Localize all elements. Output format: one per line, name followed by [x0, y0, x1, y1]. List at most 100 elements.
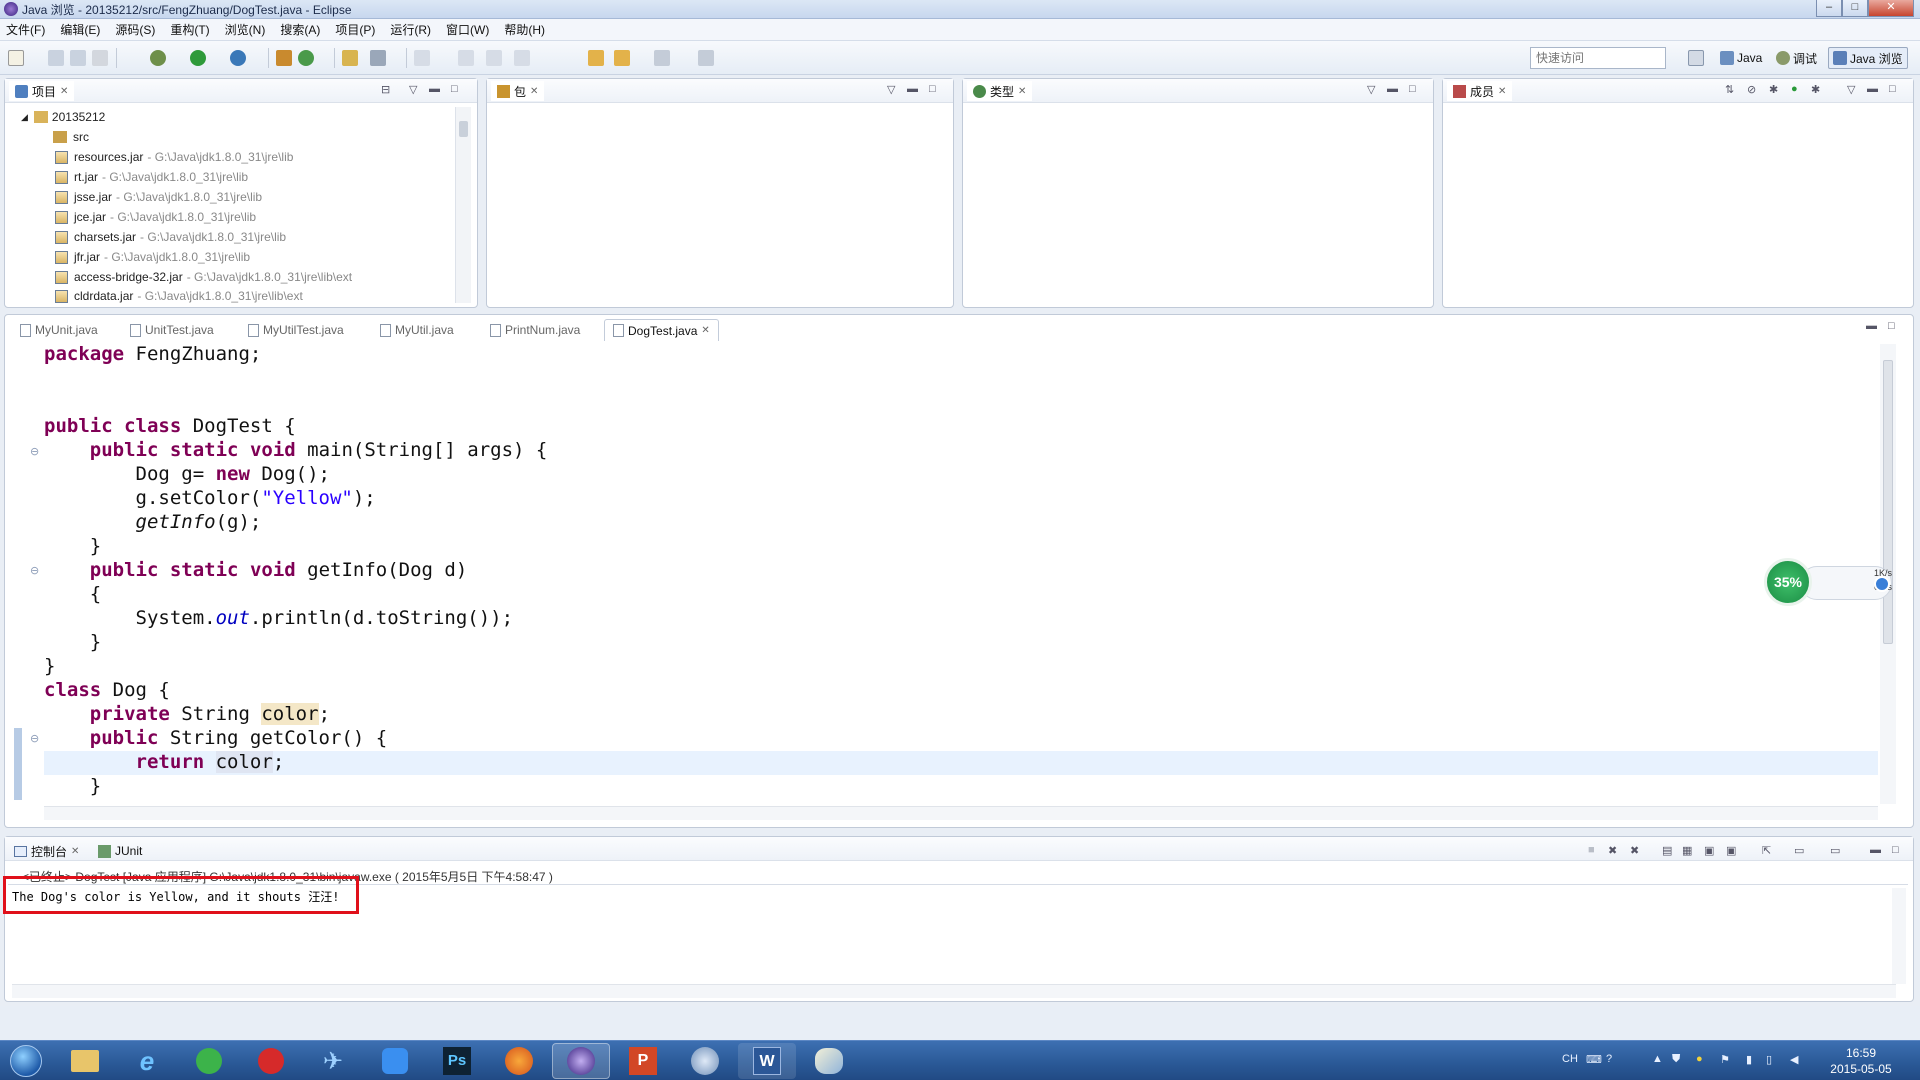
maximize-button[interactable]: □ — [1842, 0, 1868, 17]
taskbar-360[interactable] — [180, 1043, 238, 1079]
editor-tab[interactable]: UnitTest.java — [122, 319, 222, 341]
menu-window[interactable]: 窗口(W) — [446, 21, 489, 38]
menu-run[interactable]: 运行(R) — [390, 21, 431, 38]
minimize-icon[interactable]: ▬ — [1870, 844, 1881, 856]
tab-members[interactable]: 成员 ✕ — [1447, 81, 1513, 101]
console-vertical-scrollbar[interactable] — [1892, 888, 1906, 984]
remove-all-icon[interactable]: ✖ — [1630, 844, 1639, 857]
tree-item-jar[interactable]: resources.jar - G:\Java\jdk1.8.0_31\jre\l… — [55, 147, 293, 167]
code-line[interactable]: public String getColor() { — [44, 726, 1874, 750]
search-icon[interactable] — [370, 50, 386, 66]
last-edit-icon[interactable] — [588, 50, 604, 66]
print-icon[interactable] — [92, 50, 108, 66]
word-wrap-icon[interactable]: ▣ — [1704, 844, 1714, 857]
start-button[interactable] — [0, 1043, 52, 1079]
close-icon[interactable]: ✕ — [60, 86, 68, 97]
minimize-icon[interactable]: ▬ — [907, 83, 918, 95]
tab-project[interactable]: 项目 ✕ — [9, 81, 75, 101]
view-menu-icon[interactable]: ▽ — [887, 83, 895, 96]
display-console-icon[interactable]: ▭ — [1794, 844, 1804, 857]
menu-navigate[interactable]: 浏览(N) — [225, 21, 266, 38]
maximize-icon[interactable]: □ — [1889, 83, 1896, 95]
new-package-icon[interactable] — [276, 50, 292, 66]
close-icon[interactable]: ✕ — [1018, 86, 1026, 97]
run-icon[interactable] — [190, 50, 206, 66]
code-line[interactable]: Dog g= new Dog(); — [44, 462, 1874, 486]
tree-item-src[interactable]: src — [53, 127, 89, 147]
tab-junit[interactable]: JUnit — [92, 840, 148, 862]
taskbar-word[interactable]: W — [738, 1043, 796, 1079]
hide-static-icon[interactable]: ✱ — [1769, 83, 1778, 96]
code-line[interactable] — [44, 390, 1874, 414]
network-speed-widget[interactable]: 35% 1K/s 0K/s — [1764, 554, 1894, 606]
code-editor[interactable]: package FengZhuang; public class DogTest … — [44, 342, 1874, 804]
editor-horizontal-scrollbar[interactable] — [44, 806, 1878, 820]
taskbar-eclipse[interactable] — [552, 1043, 610, 1079]
code-line[interactable]: public class DogTest { — [44, 414, 1874, 438]
perspective-debug[interactable]: 调试 — [1772, 47, 1821, 69]
remove-launch-icon[interactable]: ✖ — [1608, 844, 1617, 857]
back-icon[interactable] — [614, 50, 630, 66]
forward-icon[interactable] — [654, 50, 670, 66]
open-type-icon[interactable] — [342, 50, 358, 66]
prev-annotation-icon[interactable] — [486, 50, 502, 66]
network-icon[interactable]: ▮ — [1746, 1053, 1752, 1066]
editor-tab[interactable]: MyUtilTest.java — [240, 319, 352, 341]
code-line[interactable]: { — [44, 582, 1874, 606]
taskbar-firefox[interactable] — [490, 1043, 548, 1079]
code-line[interactable]: private String color; — [44, 702, 1874, 726]
perspective-java[interactable]: Java — [1716, 47, 1766, 69]
clear-console-icon[interactable]: ▤ — [1662, 844, 1672, 857]
tab-package[interactable]: 包 ✕ — [491, 81, 545, 101]
vertical-scrollbar[interactable] — [455, 107, 471, 303]
menu-edit[interactable]: 编辑(E) — [60, 21, 100, 38]
maximize-icon[interactable]: □ — [929, 83, 936, 95]
minimize-icon[interactable]: ▬ — [429, 83, 440, 95]
menu-search[interactable]: 搜索(A) — [280, 21, 320, 38]
annotation-icon[interactable] — [414, 50, 430, 66]
minimize-icon[interactable]: ▬ — [1867, 83, 1878, 95]
editor-tab[interactable]: MyUtil.java — [372, 319, 462, 341]
code-line[interactable]: } — [44, 630, 1874, 654]
flag-icon[interactable]: ⚑ — [1720, 1053, 1730, 1066]
menu-file[interactable]: 文件(F) — [6, 21, 45, 38]
debug-icon[interactable] — [150, 50, 166, 66]
code-line[interactable]: g.setColor("Yellow"); — [44, 486, 1874, 510]
expand-arrow-icon[interactable]: ◢ — [21, 112, 28, 123]
taskbar-paint[interactable] — [800, 1043, 858, 1079]
scroll-lock-icon[interactable]: ▦ — [1682, 844, 1692, 857]
minimize-icon[interactable]: ▬ — [1387, 83, 1398, 95]
close-icon[interactable]: ✕ — [530, 86, 538, 97]
close-icon[interactable]: ✕ — [1498, 86, 1506, 97]
tree-item-jar[interactable]: rt.jar - G:\Java\jdk1.8.0_31\jre\lib — [55, 167, 248, 187]
menu-refactor[interactable]: 重构(T) — [170, 21, 209, 38]
close-icon[interactable]: ✕ — [701, 325, 709, 336]
taskbar-notes[interactable] — [366, 1043, 424, 1079]
maximize-icon[interactable]: □ — [451, 83, 458, 95]
language-indicator[interactable]: CH — [1562, 1053, 1578, 1065]
code-line[interactable]: return color; — [44, 750, 1874, 774]
perspective-java-browsing[interactable]: Java 浏览 — [1828, 47, 1908, 69]
sort-icon[interactable]: ⇅ — [1725, 83, 1734, 96]
open-console-icon[interactable]: ⇱ — [1762, 844, 1771, 857]
code-line[interactable]: System.out.println(d.toString()); — [44, 606, 1874, 630]
menu-help[interactable]: 帮助(H) — [504, 21, 545, 38]
taskbar-ie[interactable]: e — [118, 1043, 176, 1079]
tray-app-icon[interactable]: ● — [1696, 1053, 1703, 1065]
coverage-icon[interactable] — [230, 50, 246, 66]
hide-nonpublic-icon[interactable]: ● — [1791, 83, 1798, 95]
menu-source[interactable]: 源码(S) — [115, 21, 155, 38]
tree-item-jar[interactable]: jfr.jar - G:\Java\jdk1.8.0_31\jre\lib — [55, 247, 250, 267]
tab-console[interactable]: 控制台 ✕ — [8, 840, 85, 862]
maximize-icon[interactable]: □ — [1888, 320, 1895, 332]
new-icon[interactable] — [8, 50, 24, 66]
external-icon[interactable] — [698, 50, 714, 66]
quick-access-input[interactable] — [1530, 47, 1666, 69]
fold-toggle-icon[interactable]: ⊖ — [30, 732, 39, 745]
pin-icon[interactable] — [514, 50, 530, 66]
hide-local-icon[interactable]: ✱ — [1811, 83, 1820, 96]
minimize-icon[interactable]: ▬ — [1866, 320, 1877, 332]
taskbar-messenger[interactable]: ✈ — [304, 1043, 362, 1079]
tree-item-jar[interactable]: jsse.jar - G:\Java\jdk1.8.0_31\jre\lib — [55, 187, 262, 207]
taskbar-explorer[interactable] — [56, 1043, 114, 1079]
